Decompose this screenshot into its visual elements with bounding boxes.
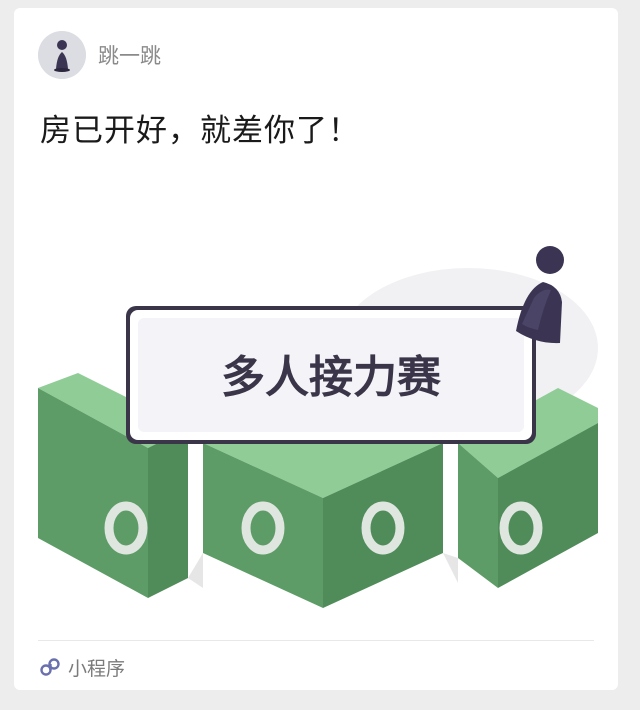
relay-race-banner[interactable]: 多人接力赛: [126, 306, 536, 444]
card-header: 跳一跳: [38, 30, 161, 80]
share-message: 房已开好，就差你了！: [40, 113, 360, 149]
relay-race-illustration[interactable]: 多人接力赛: [38, 238, 598, 618]
shared-mini-program-card[interactable]: 跳一跳 房已开好，就差你了！ 多人接力赛 小程序: [14, 8, 618, 690]
footer-divider: [38, 640, 594, 641]
app-avatar: [38, 31, 86, 79]
chess-piece-icon: [38, 31, 86, 79]
mini-program-icon: [40, 658, 60, 676]
mini-program-label: 小程序: [68, 657, 126, 680]
banner-title: 多人接力赛: [221, 352, 442, 403]
app-name: 跳一跳: [98, 44, 161, 68]
card-footer: 小程序: [38, 652, 125, 682]
